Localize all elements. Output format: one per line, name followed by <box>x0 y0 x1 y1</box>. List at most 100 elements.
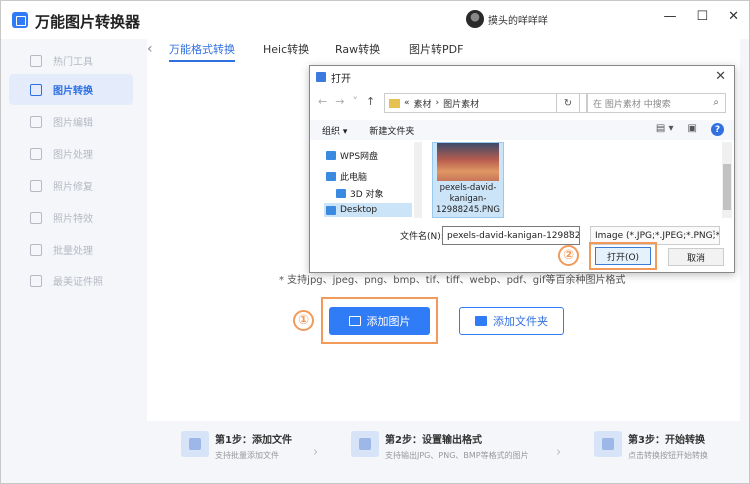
add-image-button[interactable]: 添加图片 <box>329 307 430 335</box>
add-folder-button[interactable]: 添加文件夹 <box>459 307 564 335</box>
sidebar-item-label: 图片转换 <box>53 86 93 97</box>
folder-icon <box>389 98 400 108</box>
image-convert-icon <box>30 83 42 96</box>
search-icon: ⌕ <box>713 97 719 108</box>
dialog-close-icon[interactable]: ✕ <box>715 69 726 84</box>
sidebar-item-batch[interactable]: 批量处理 <box>9 234 133 265</box>
app-window: 万能图片转换器 摸头的咩咩咩 — ☐ ✕ 热门工具 图片转换 图片编辑 图片处理… <box>0 0 750 484</box>
app-logo-icon <box>12 12 28 28</box>
nav-item-desktop[interactable]: Desktop <box>324 203 412 217</box>
window-controls: — ☐ ✕ <box>663 9 739 24</box>
breadcrumb-item-1[interactable]: 素材 <box>414 97 432 110</box>
user-profile[interactable]: 摸头的咩咩咩 <box>466 10 548 28</box>
nav-item-label: Desktop <box>340 205 378 215</box>
supported-formats-text: * 支持jpg、jpeg、png、bmp、tif、tiff、webp、pdf、g… <box>279 275 626 286</box>
filename-row: 文件名(N): pexels-david-kanigan-1298824 ˅ I… <box>310 226 734 246</box>
computer-icon <box>326 171 336 181</box>
sidebar-item-photo-effects[interactable]: 照片特效 <box>9 202 133 233</box>
sidebar-item-hot-tools[interactable]: 热门工具 <box>9 45 133 76</box>
step-3: 第3步：开始转换 点击转换按钮开始转换 <box>594 431 708 461</box>
open-file-dialog: 打开 ✕ ←→˅↑ « 素材 › 图片素材 ˅ ↻ 在 图片素材 中搜索 ⌕ 组… <box>309 65 735 273</box>
step-badge-1: ① <box>293 310 314 331</box>
sidebar-item-label: 照片修复 <box>53 182 93 193</box>
sidebar-item-image-edit[interactable]: 图片编辑 <box>9 106 133 137</box>
new-folder-button[interactable]: 新建文件夹 <box>369 124 414 137</box>
dialog-app-icon <box>316 72 326 82</box>
step-title: 第1步：添加文件 <box>215 435 292 446</box>
steps-bar: 第1步：添加文件 支持批量添加文件 › 第2步：设置输出格式 支持输出JPG、PNG… <box>147 421 740 481</box>
sidebar-item-photo-repair[interactable]: 照片修复 <box>9 170 133 201</box>
nav-scrollbar[interactable] <box>414 142 422 218</box>
nav-arrows: ←→˅↑ <box>318 95 383 108</box>
chevron-down-icon[interactable]: ˅ <box>568 230 572 239</box>
file-list: pexels-david-kanigan-12988245.PNG <box>424 142 720 218</box>
batch-icon <box>30 243 42 256</box>
title-bar: 万能图片转换器 摸头的咩咩咩 — ☐ ✕ <box>1 1 749 39</box>
sidebar-item-label: 照片特效 <box>53 214 93 225</box>
sidebar-item-image-process[interactable]: 图片处理 <box>9 138 133 169</box>
tab-universal-format[interactable]: 万能格式转换 <box>169 41 235 62</box>
step-desc: 支持批量添加文件 <box>215 451 279 460</box>
tab-bar: ‹ 万能格式转换 Heic转换 Raw转换 图片转PDF <box>147 39 740 63</box>
up-icon[interactable]: ↑ <box>366 95 383 108</box>
effects-icon <box>30 211 42 224</box>
cancel-button[interactable]: 取消 <box>668 248 724 266</box>
dialog-title-bar: 打开 ✕ <box>310 66 734 88</box>
maximize-icon[interactable]: ☐ <box>696 9 708 24</box>
breadcrumb-item-2[interactable]: 图片素材 <box>443 97 479 110</box>
help-icon[interactable]: ? <box>711 123 724 136</box>
add-image-label: 添加图片 <box>366 315 411 328</box>
chevron-right-icon: › <box>556 445 562 460</box>
forward-icon[interactable]: → <box>335 95 352 108</box>
search-input[interactable]: 在 图片素材 中搜索 ⌕ <box>586 93 726 113</box>
open-button[interactable]: 打开(O) <box>595 247 651 265</box>
avatar[interactable] <box>466 10 484 28</box>
breadcrumb-prefix: « <box>404 98 410 108</box>
highlight-box-add-image: 添加图片 <box>321 297 438 344</box>
app-title: 万能图片转换器 <box>35 13 141 31</box>
tab-image-to-pdf[interactable]: 图片转PDF <box>409 41 463 57</box>
nav-item-label: 3D 对象 <box>350 189 384 200</box>
preview-pane-icon[interactable]: ▣ <box>688 123 697 136</box>
add-file-icon <box>181 431 209 457</box>
username[interactable]: 摸头的咩咩咩 <box>488 12 548 27</box>
sidebar-item-label: 热门工具 <box>53 57 93 68</box>
step-badge-2: ② <box>558 245 579 266</box>
file-name: pexels-david-kanigan-12988245.PNG <box>435 183 501 215</box>
refresh-button[interactable]: ↻ <box>556 93 580 113</box>
desktop-icon <box>326 205 336 215</box>
filename-input[interactable]: pexels-david-kanigan-1298824 <box>442 226 580 245</box>
nav-item-label: 此电脑 <box>340 172 368 183</box>
filename-label: 文件名(N): <box>400 232 444 242</box>
close-icon[interactable]: ✕ <box>728 9 739 24</box>
chevron-down-icon[interactable]: ˅ <box>712 230 716 239</box>
step-1: 第1步：添加文件 支持批量添加文件 <box>181 431 292 461</box>
folder-plus-icon <box>475 316 487 326</box>
sidebar-item-id-photo[interactable]: 最美证件照 <box>9 265 133 296</box>
sidebar: 热门工具 图片转换 图片编辑 图片处理 照片修复 照片特效 批量处理 最美证件照 <box>1 39 147 483</box>
sidebar-item-label: 图片处理 <box>53 150 93 161</box>
file-scrollbar[interactable] <box>722 142 732 218</box>
nav-item-wps-cloud[interactable]: WPS网盘 <box>326 148 378 162</box>
back-icon[interactable]: ← <box>318 95 335 108</box>
step-title: 第3步：开始转换 <box>628 435 705 446</box>
organize-menu[interactable]: 组织 ▾ <box>322 124 347 137</box>
highlight-box-open: 打开(O) <box>589 242 657 270</box>
minimize-icon[interactable]: — <box>663 9 676 24</box>
tab-raw[interactable]: Raw转换 <box>335 41 380 57</box>
view-buttons: ▤ ▾ ▣ ? <box>656 123 724 136</box>
nav-item-3d-objects[interactable]: 3D 对象 <box>336 186 384 200</box>
file-item[interactable]: pexels-david-kanigan-12988245.PNG <box>432 142 504 218</box>
view-mode-icon[interactable]: ▤ ▾ <box>656 123 674 136</box>
sidebar-item-label: 最美证件照 <box>53 277 103 288</box>
sidebar-item-image-convert[interactable]: 图片转换 <box>9 74 133 105</box>
tab-heic[interactable]: Heic转换 <box>263 41 309 57</box>
refresh-icon: ↻ <box>563 97 573 109</box>
back-arrow-icon[interactable]: ‹ <box>147 41 153 57</box>
convert-icon <box>594 431 622 457</box>
cube-icon <box>336 188 346 198</box>
dialog-toolbar: 组织 ▾ 新建文件夹 ▤ ▾ ▣ ? <box>310 120 734 140</box>
chevron-down-icon[interactable]: ˅ <box>352 95 366 108</box>
nav-item-this-pc[interactable]: 此电脑 <box>326 169 367 183</box>
step-2: 第2步：设置输出格式 支持输出JPG、PNG、BMP等格式的图片 <box>351 431 529 461</box>
